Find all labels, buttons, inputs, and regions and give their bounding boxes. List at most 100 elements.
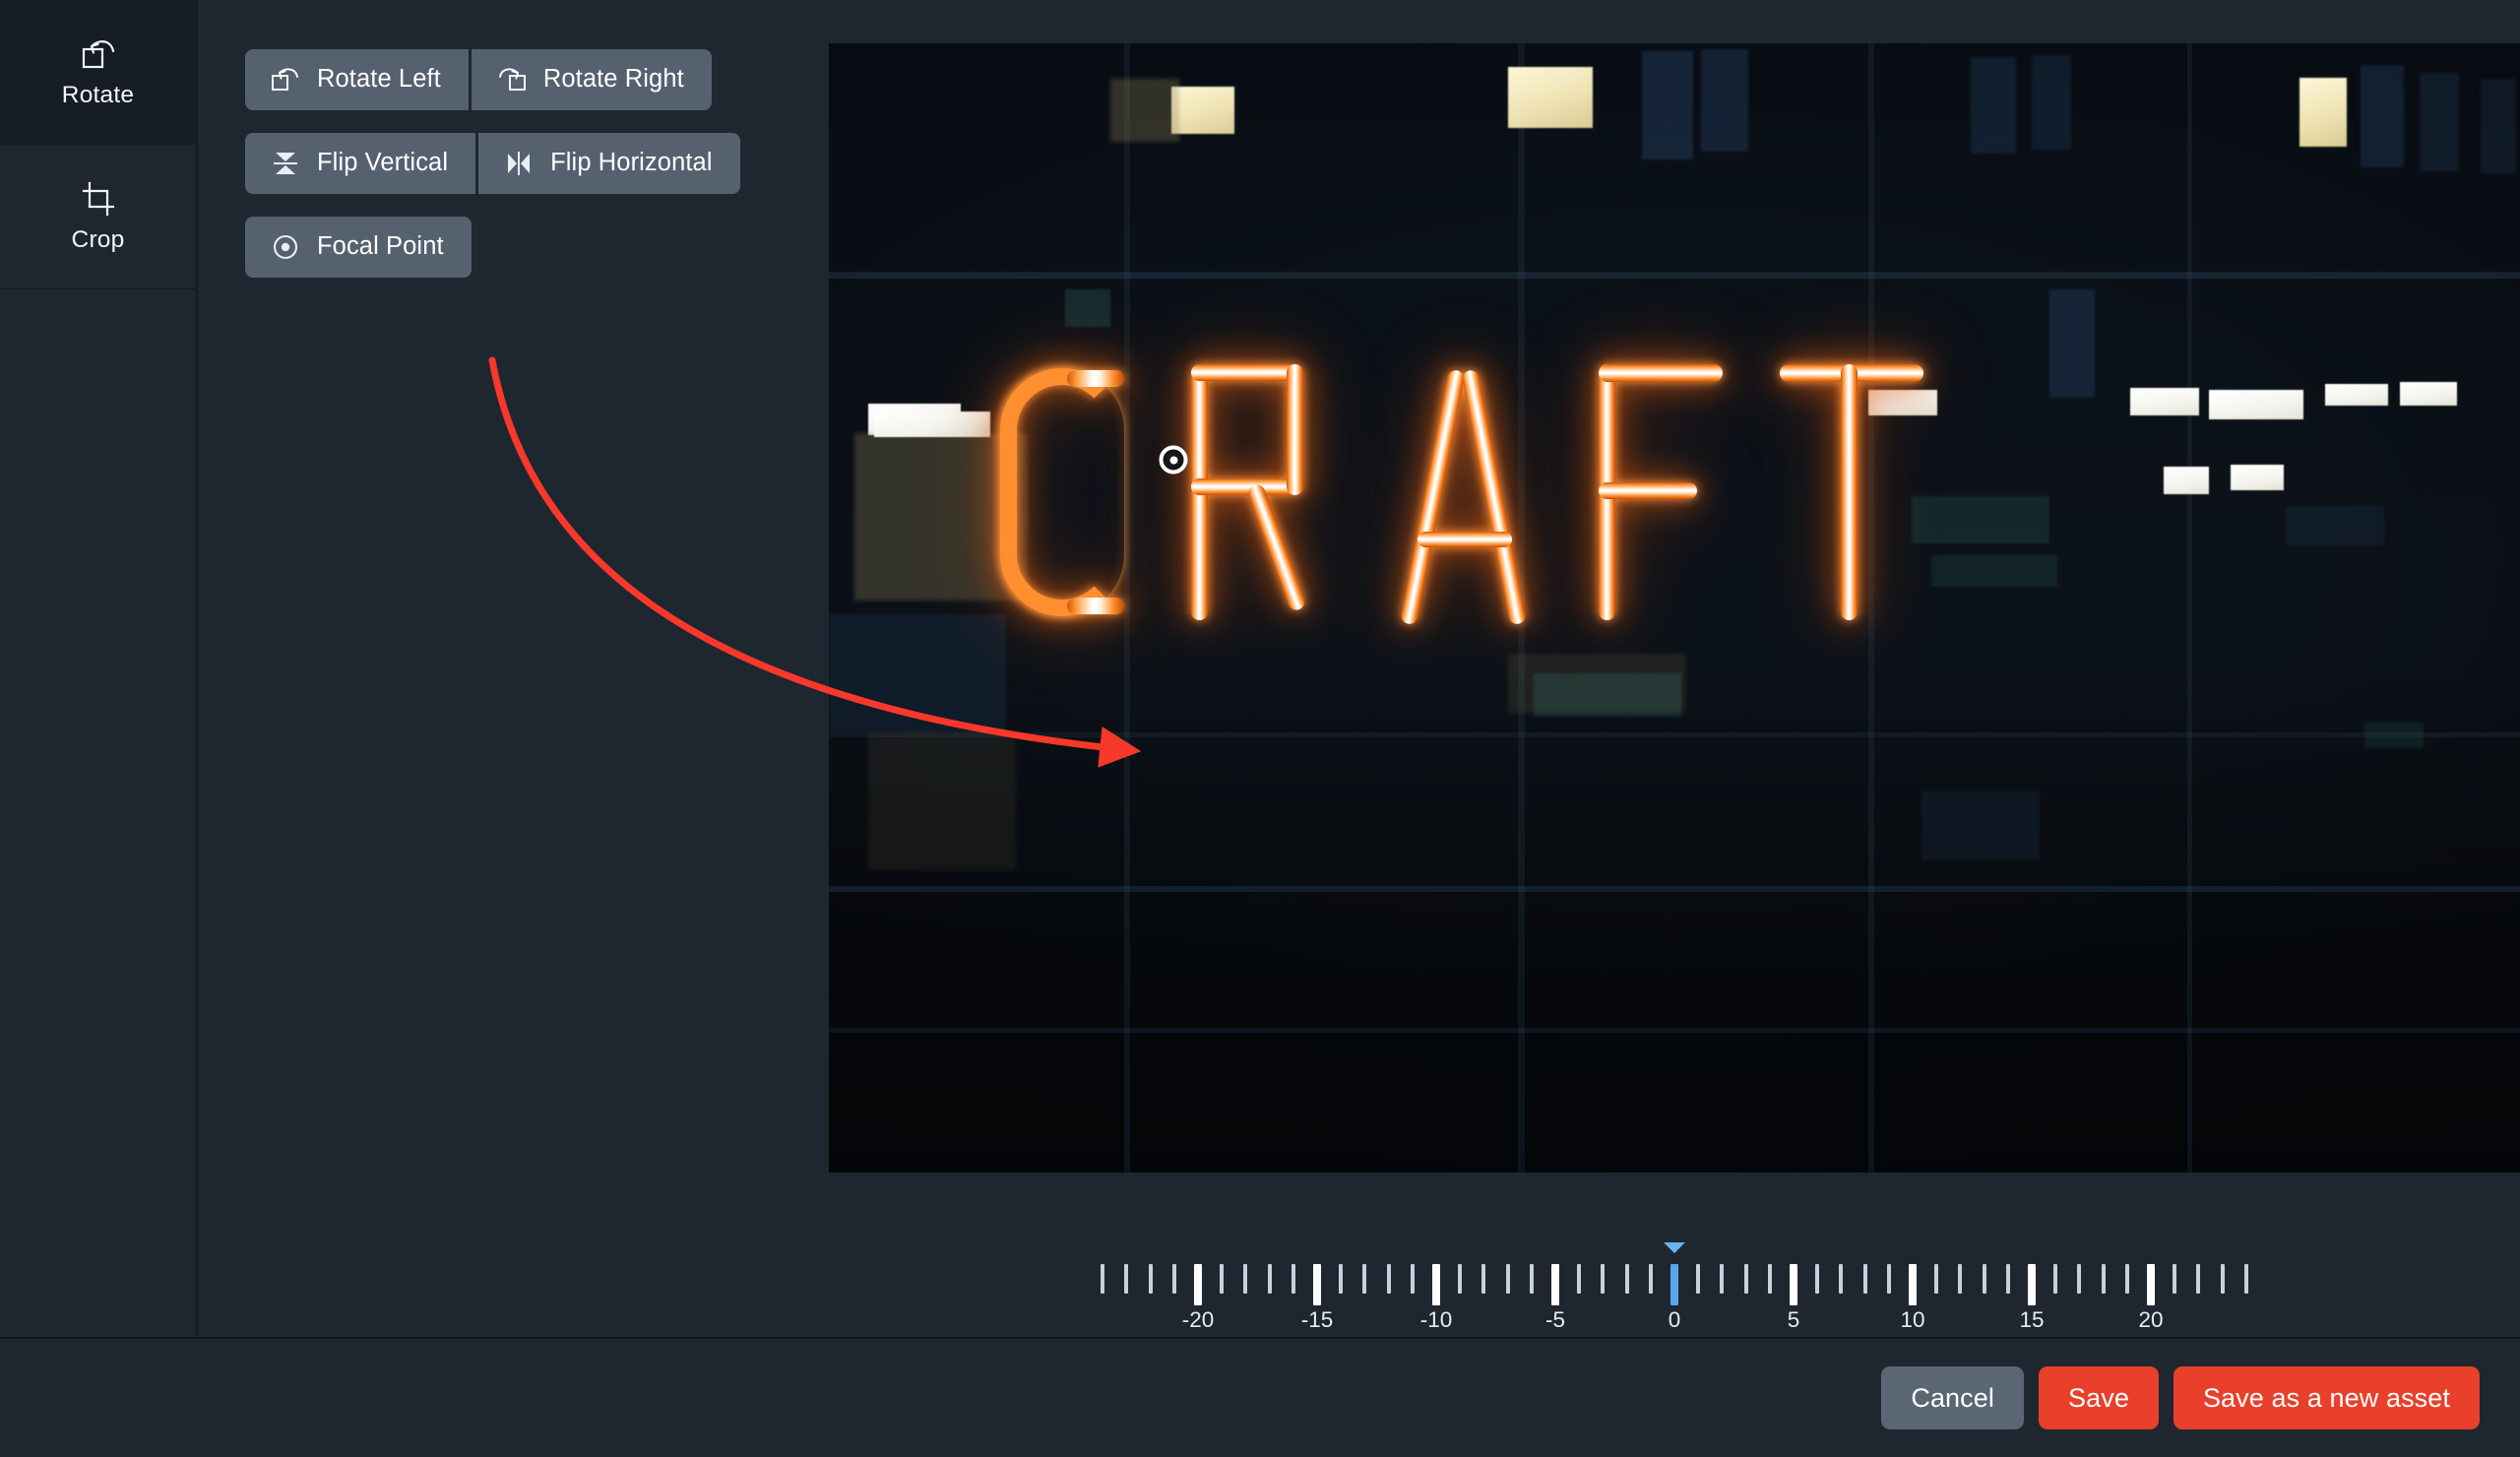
- image-preview-canvas[interactable]: [829, 43, 2520, 1172]
- rotation-tick: [1410, 1264, 1415, 1294]
- rotation-tick: [1267, 1264, 1272, 1294]
- rotate-right-icon: [497, 65, 527, 95]
- rotation-tick: [2101, 1264, 2106, 1294]
- rotation-tick: [1313, 1264, 1321, 1305]
- neon-letter-c: [994, 364, 1132, 620]
- rotation-slider-ticks[interactable]: [829, 1264, 2520, 1305]
- rotation-tick: [1432, 1264, 1440, 1305]
- rotation-tick: [2028, 1264, 2036, 1305]
- flip-vertical-icon: [271, 149, 300, 178]
- rotation-tick: [1243, 1264, 1248, 1294]
- rotation-tick: [1601, 1264, 1606, 1294]
- neon-letter-t: [1780, 364, 1923, 620]
- photo-neon-craft-sign: [829, 43, 2520, 1172]
- flip-horizontal-icon: [504, 149, 534, 178]
- sidebar-item-label: Crop: [71, 226, 125, 254]
- flip-vertical-button[interactable]: Flip Vertical: [245, 133, 476, 194]
- rotation-tick: [2173, 1264, 2177, 1294]
- rotation-tick-active: [1670, 1264, 1678, 1305]
- rotation-tick-label: 10: [1900, 1307, 1925, 1332]
- neon-letter-a: [1392, 364, 1540, 626]
- save-button[interactable]: Save: [2039, 1366, 2159, 1429]
- rotation-tick: [2243, 1264, 2248, 1294]
- rotation-tick-label: 5: [1787, 1307, 1800, 1332]
- rotation-slider-labels: -20 -15 -10 -5 0 5 10 15 20: [829, 1307, 2520, 1335]
- focal-point-label: Focal Point: [317, 232, 444, 261]
- focal-point-marker[interactable]: [1159, 445, 1188, 475]
- rotation-tick-label: 15: [2019, 1307, 2045, 1332]
- focal-point-icon: [271, 232, 300, 262]
- rotation-tick-label: 20: [2138, 1307, 2164, 1332]
- cancel-button[interactable]: Cancel: [1881, 1366, 2024, 1429]
- rotation-tick: [1339, 1264, 1344, 1294]
- rotation-tick: [1862, 1264, 1867, 1294]
- rotation-tick: [1790, 1264, 1797, 1305]
- rotation-slider-pointer: [1664, 1242, 1685, 1253]
- rotation-tick: [2220, 1264, 2225, 1294]
- rotation-tick: [1958, 1264, 1963, 1294]
- crop-icon: [77, 179, 120, 219]
- rotate-right-button[interactable]: Rotate Right: [471, 49, 712, 110]
- rotation-tick: [1743, 1264, 1748, 1294]
- rotation-tick: [1194, 1264, 1202, 1305]
- rotation-tick: [1101, 1264, 1105, 1294]
- rotation-tick: [1551, 1264, 1559, 1305]
- rotation-tick: [2077, 1264, 2082, 1294]
- rotation-tick: [2124, 1264, 2129, 1294]
- rotation-tick: [1909, 1264, 1917, 1305]
- rotation-tick: [1124, 1264, 1129, 1294]
- rotation-tick: [1171, 1264, 1176, 1294]
- rotation-tick: [1839, 1264, 1844, 1294]
- rotation-tick: [1815, 1264, 1820, 1294]
- rotate-icon: [77, 34, 120, 74]
- editor-footer: Cancel Save Save as a new asset: [0, 1337, 2520, 1457]
- neon-letter-f: [1595, 364, 1725, 620]
- editor-sidebar: Rotate Crop: [0, 0, 198, 1335]
- neon-craft-sign: [994, 364, 2392, 626]
- rotation-tick: [1529, 1264, 1534, 1294]
- sidebar-item-crop[interactable]: Crop: [0, 145, 196, 289]
- rotation-tick: [1362, 1264, 1367, 1294]
- rotation-tick-label: -20: [1181, 1307, 1215, 1332]
- rotation-tick: [1767, 1264, 1772, 1294]
- sidebar-item-label: Rotate: [61, 82, 135, 109]
- rotation-tick: [1696, 1264, 1701, 1294]
- rotate-right-label: Rotate Right: [542, 65, 684, 94]
- rotate-tool-panel: Rotate Left Rotate Right Flip Vertical F…: [200, 0, 829, 1335]
- rotation-tick: [1148, 1264, 1153, 1294]
- rotate-left-button[interactable]: Rotate Left: [245, 49, 469, 110]
- rotation-tick: [1220, 1264, 1225, 1294]
- rotation-tick: [2053, 1264, 2058, 1294]
- flip-horizontal-button[interactable]: Flip Horizontal: [478, 133, 740, 194]
- rotation-slider[interactable]: -20 -15 -10 -5 0 5 10 15 20: [829, 1221, 2520, 1335]
- sidebar-item-rotate[interactable]: Rotate: [0, 0, 196, 145]
- rotation-tick: [1886, 1264, 1891, 1294]
- rotation-tick-label: -15: [1300, 1307, 1334, 1332]
- rotation-tick: [1577, 1264, 1582, 1294]
- rotation-tick: [1458, 1264, 1463, 1294]
- rotate-button-group: Rotate Left Rotate Right: [245, 49, 829, 110]
- focal-button-group: Focal Point: [245, 217, 829, 278]
- rotation-tick: [1934, 1264, 1939, 1294]
- flip-button-group: Flip Vertical Flip Horizontal: [245, 133, 829, 194]
- rotation-tick: [1291, 1264, 1295, 1294]
- rotation-tick: [2196, 1264, 2201, 1294]
- rotation-tick: [1624, 1264, 1629, 1294]
- rotation-tick: [1720, 1264, 1725, 1294]
- focal-point-button[interactable]: Focal Point: [245, 217, 472, 278]
- neon-letter-r: [1187, 364, 1337, 620]
- rotation-tick-label: -5: [1544, 1307, 1566, 1332]
- rotation-tick: [1505, 1264, 1510, 1294]
- rotation-tick: [1481, 1264, 1486, 1294]
- save-as-new-asset-button[interactable]: Save as a new asset: [2173, 1366, 2480, 1429]
- rotation-tick: [1648, 1264, 1653, 1294]
- rotation-tick: [1982, 1264, 1986, 1294]
- rotate-left-label: Rotate Left: [317, 65, 441, 94]
- rotation-tick: [1386, 1264, 1391, 1294]
- flip-vertical-label: Flip Vertical: [317, 149, 449, 177]
- rotation-tick: [2005, 1264, 2010, 1294]
- rotation-tick-label: -10: [1419, 1307, 1453, 1332]
- rotation-tick-label: 0: [1668, 1307, 1681, 1332]
- image-editor-window: Rotate Crop Rotate Left Rotate Right Fli…: [0, 0, 2520, 1457]
- rotation-tick: [2147, 1264, 2155, 1305]
